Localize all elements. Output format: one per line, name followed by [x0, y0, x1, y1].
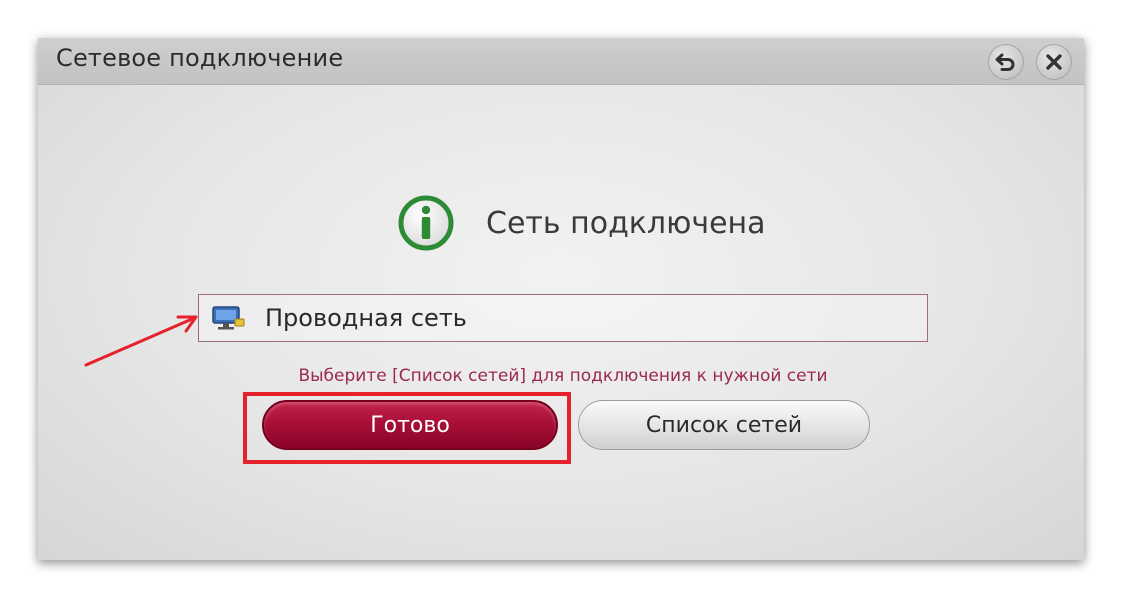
close-icon: [1046, 54, 1062, 70]
connection-field[interactable]: Проводная сеть: [198, 294, 928, 342]
connection-type-label: Проводная сеть: [265, 304, 467, 332]
back-button[interactable]: [988, 44, 1024, 80]
wired-network-icon: [212, 306, 245, 330]
info-icon: [398, 195, 454, 251]
annotation-highlight-box: [243, 392, 571, 464]
tv-screen: Сетевое подключение Сеть подключена Пров…: [38, 38, 1084, 560]
status-row: Сеть подключена: [398, 193, 766, 253]
close-button[interactable]: [1036, 44, 1072, 80]
status-message: Сеть подключена: [486, 205, 766, 241]
network-list-button[interactable]: Список сетей: [578, 400, 870, 450]
back-icon: [995, 53, 1015, 71]
annotation-arrow-icon: [84, 315, 198, 367]
window-title: Сетевое подключение: [56, 44, 344, 72]
title-bar: Сетевое подключение: [38, 38, 1084, 85]
